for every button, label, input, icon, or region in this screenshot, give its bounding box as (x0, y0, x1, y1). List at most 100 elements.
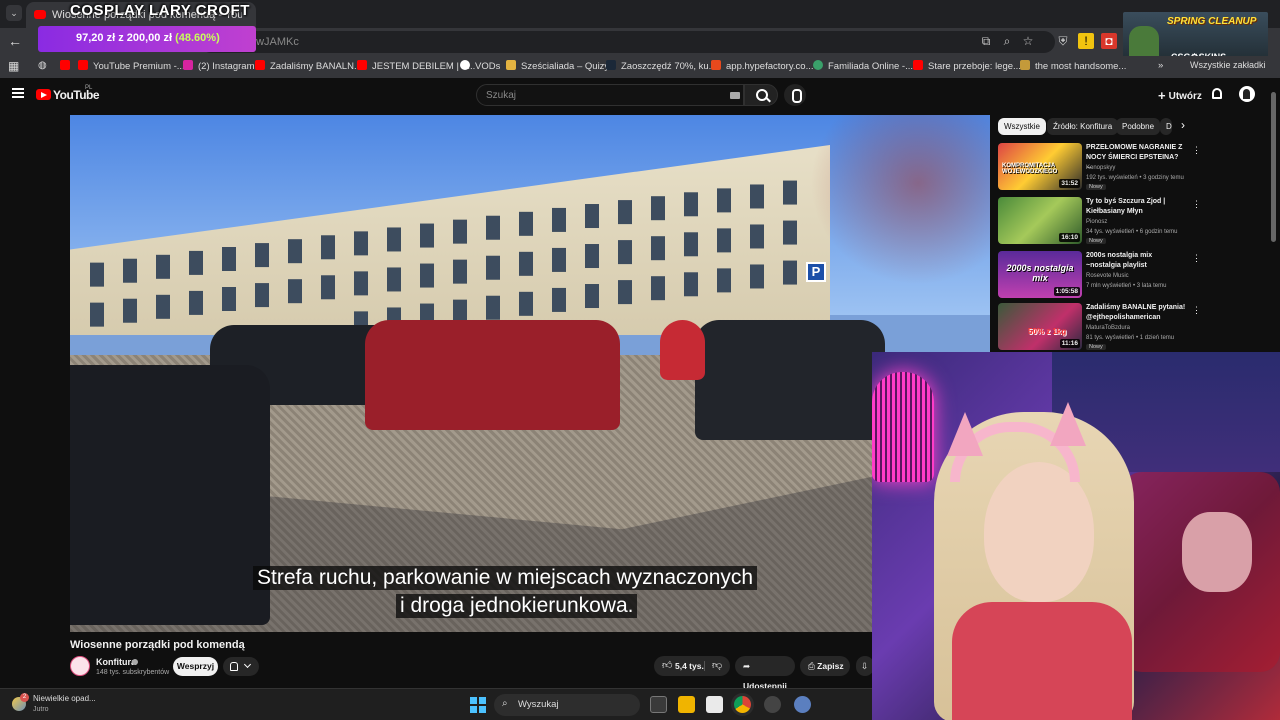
building-window (189, 290, 203, 315)
create-button[interactable]: + Utwórz (1158, 88, 1202, 103)
app-icon[interactable] (764, 696, 781, 713)
microphone-icon[interactable] (784, 84, 806, 106)
all-bookmarks-label[interactable]: Wszystkie zakładki (1190, 60, 1266, 70)
youtube-region: PL (85, 85, 93, 91)
recommendation-item[interactable]: 16:10 Ty to byś Szczura Zjod | Kiełbasia… (998, 197, 1258, 247)
subscription-bell-button[interactable] (223, 657, 259, 676)
donation-goal: 200,00 zł (126, 32, 173, 44)
chip-for-you[interactable]: Dla (1160, 118, 1172, 135)
taskbar-search-label: Wyszukaj (518, 699, 559, 710)
building-window (783, 260, 797, 285)
bookmark-1[interactable]: YouTube Premium -... (78, 60, 185, 72)
building-window (354, 231, 368, 256)
building-window (90, 262, 104, 287)
channel-name[interactable]: Rosevote Music (1086, 273, 1129, 279)
bookmark-8[interactable]: app.hypefactory.co... (711, 60, 814, 72)
store-icon[interactable] (706, 696, 723, 713)
task-view-icon[interactable] (650, 696, 667, 713)
donation-percent: (48.60%) (175, 32, 220, 44)
more-options-icon[interactable]: ⋮ (1192, 305, 1201, 316)
car-small-red (660, 320, 705, 380)
more-options-icon[interactable]: ⋮ (1192, 199, 1201, 210)
bookmark-0[interactable] (60, 60, 75, 72)
bookmark-2[interactable]: (2) Instagram (183, 60, 255, 72)
youtube-logo-icon[interactable] (36, 89, 51, 100)
subscriber-count: 148 tys. subskrybentów (96, 669, 170, 676)
extension-yellow-icon[interactable]: ! (1078, 33, 1094, 49)
verified-check-icon (132, 659, 138, 665)
recommendation-item[interactable]: KOMPROMITACJA WOJEWÓDZKIEGO 31:52 PRZEŁO… (998, 143, 1258, 193)
familiada-icon (813, 60, 823, 70)
video-player[interactable]: P Strefa ruchu, parkowanie w miejscach w… (70, 115, 990, 632)
save-button[interactable]: ⎙ Zapisz (800, 656, 850, 676)
video-thumbnail[interactable]: KOMPROMITACJA WOJEWÓDZKIEGO 31:52 (998, 143, 1082, 190)
more-options-icon[interactable]: ⋮ (1192, 253, 1201, 264)
dislike-icon[interactable]: 👎︎ (712, 656, 722, 676)
chip-source[interactable]: Źródło: Konfitura (1047, 118, 1119, 135)
hamburger-menu-icon[interactable] (12, 88, 24, 98)
account-avatar[interactable] (1239, 86, 1255, 102)
page-scrollbar[interactable] (1271, 92, 1276, 242)
recommendation-item[interactable]: 50% z 1kg 11:16 Zadaliśmy BANALNE pytani… (998, 303, 1258, 353)
share-button[interactable]: ➦ Udostępnij (735, 656, 795, 691)
extension-icon[interactable]: ⛨ (1055, 33, 1071, 49)
steam-icon (606, 60, 616, 70)
channel-name[interactable]: Konfitura (96, 657, 136, 667)
building-window (222, 247, 236, 271)
subtitle-line-2: i droga jednokierunkowa. (396, 594, 638, 618)
chevron-right-icon[interactable]: › (1181, 118, 1185, 132)
extension-red-icon[interactable]: ◘ (1101, 33, 1117, 49)
video-thumbnail[interactable]: 50% z 1kg 11:16 (998, 303, 1082, 350)
bookmark-6[interactable]: Sześcialiada – Quizy... (506, 60, 616, 72)
chip-all[interactable]: Wszystkie (998, 118, 1046, 135)
omnibox[interactable]: ...DobFwJAMKc (200, 31, 1055, 53)
channel-name[interactable]: Konopskyy (1086, 165, 1115, 171)
bookmarks-overflow-icon[interactable]: » (1158, 60, 1163, 71)
youtube-icon (60, 60, 70, 70)
bookmark-5[interactable]: VODs (460, 60, 500, 72)
bookmark-9[interactable]: Familiada Online -... (813, 60, 913, 72)
bookmark-folder-icon[interactable]: ◍ (38, 60, 47, 71)
building-window (585, 244, 599, 269)
bookmark-star-icon[interactable]: ☆ (1020, 33, 1036, 49)
video-title[interactable]: Zadaliśmy BANALNE pytania! @ejthepolisha… (1086, 303, 1186, 322)
bookmark-3[interactable]: Zadaliśmy BANALN... (255, 60, 362, 72)
video-title[interactable]: 2000s nostalgia mix ~nostalgia playlist (1086, 251, 1186, 270)
building-window (717, 188, 731, 213)
taskbar-search[interactable]: ⌕ Wyszukaj (494, 694, 640, 716)
bookmark-11[interactable]: the most handsome... (1020, 60, 1126, 72)
building-window (585, 284, 599, 309)
translate-icon[interactable]: ⌕ (999, 33, 1015, 49)
building-window (321, 275, 335, 300)
file-explorer-icon[interactable] (678, 696, 695, 713)
building-window (387, 227, 401, 252)
channel-name[interactable]: MaturaToBzdura (1086, 325, 1130, 331)
video-thumbnail[interactable]: 2000s nostalgia mix 1:05:58 (998, 251, 1082, 298)
channel-name[interactable]: Pionosz (1086, 219, 1107, 225)
search-input[interactable]: Szukaj (476, 84, 744, 106)
bookmark-4[interactable]: JESTEM DEBILEM | Z... (357, 60, 475, 72)
chrome-icon[interactable] (734, 696, 751, 713)
chip-related[interactable]: Podobne (1116, 118, 1161, 135)
weather-text[interactable]: Niewielkie opad... (33, 694, 96, 703)
apps-grid-icon[interactable]: ▦ (8, 59, 19, 73)
install-app-icon[interactable]: ⧉ (978, 33, 994, 49)
notifications-bell-icon[interactable] (1212, 88, 1222, 99)
settings-icon[interactable] (794, 696, 811, 713)
support-button[interactable]: Wesprzyj (173, 657, 218, 676)
keyboard-icon[interactable] (730, 92, 740, 99)
windows-start-icon[interactable] (470, 697, 486, 713)
video-meta: 192 tys. wyświetleń • 3 godziny temu (1086, 175, 1184, 181)
more-options-icon[interactable]: ⋮ (1192, 145, 1201, 156)
bookmark-7[interactable]: Zaoszczędź 70%, ku... (606, 60, 717, 72)
like-count[interactable]: 5,4 tys. (675, 656, 704, 676)
video-thumbnail[interactable]: 16:10 (998, 197, 1082, 244)
recommendation-item[interactable]: 2000s nostalgia mix 1:05:58 2000s nostal… (998, 251, 1258, 301)
back-arrow-icon[interactable]: ← (8, 33, 22, 49)
search-button[interactable] (744, 84, 778, 106)
bookmark-10[interactable]: Stare przeboje: lege... (913, 60, 1021, 72)
tab-search-dropdown-icon[interactable]: ⌄ (6, 5, 22, 21)
channel-avatar[interactable] (70, 656, 90, 676)
video-title[interactable]: Ty to byś Szczura Zjod | Kiełbasiany Mły… (1086, 197, 1186, 216)
like-icon[interactable]: 👍︎ (662, 656, 672, 676)
